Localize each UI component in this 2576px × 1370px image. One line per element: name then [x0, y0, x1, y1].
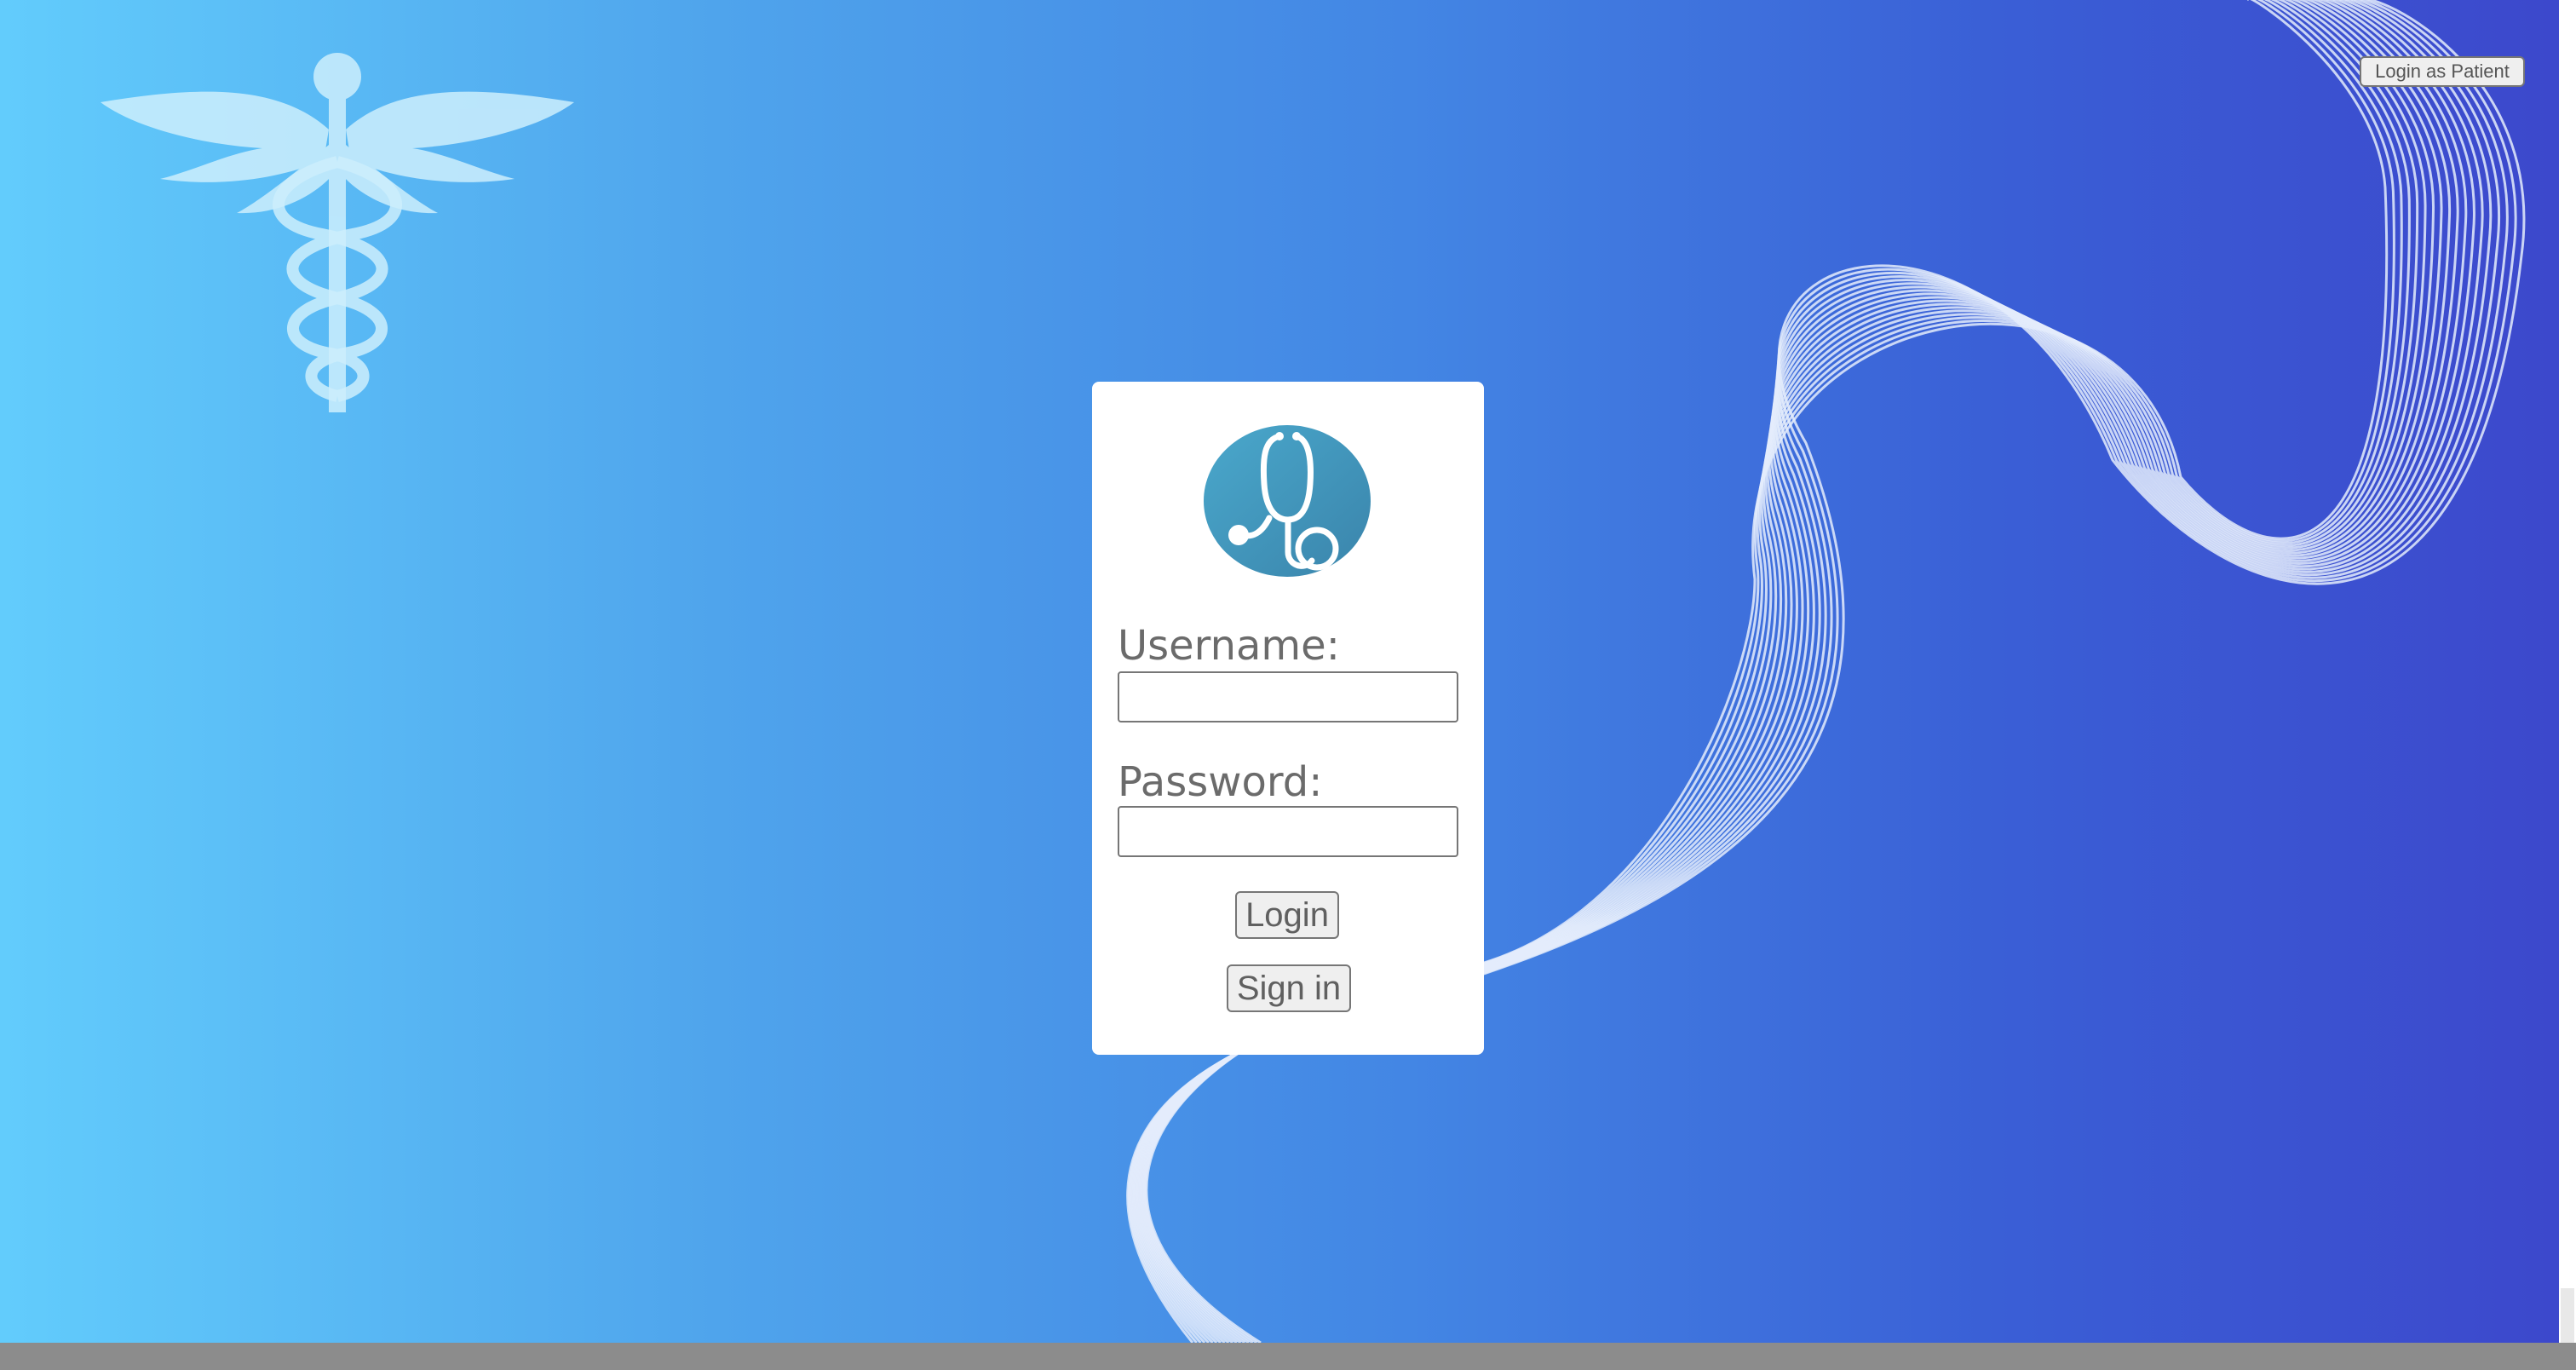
stethoscope-icon	[1204, 425, 1371, 577]
page: Login as Patient Username: Password: Log…	[0, 0, 2576, 1370]
horizontal-scrollbar[interactable]	[0, 1343, 2576, 1370]
login-as-patient-button[interactable]: Login as Patient	[2360, 56, 2525, 87]
username-label: Username:	[1118, 622, 1340, 670]
vertical-scrollbar-thumb[interactable]	[2561, 1288, 2574, 1343]
sign-in-button[interactable]: Sign in	[1227, 964, 1351, 1012]
login-card: Username: Password: Login Sign in	[1092, 382, 1484, 1055]
vertical-scrollbar[interactable]	[2559, 0, 2576, 1343]
login-button[interactable]: Login	[1235, 891, 1339, 939]
password-label: Password:	[1118, 758, 1323, 806]
password-input[interactable]	[1118, 806, 1458, 857]
username-input[interactable]	[1118, 671, 1458, 722]
caduceus-icon	[101, 53, 574, 412]
